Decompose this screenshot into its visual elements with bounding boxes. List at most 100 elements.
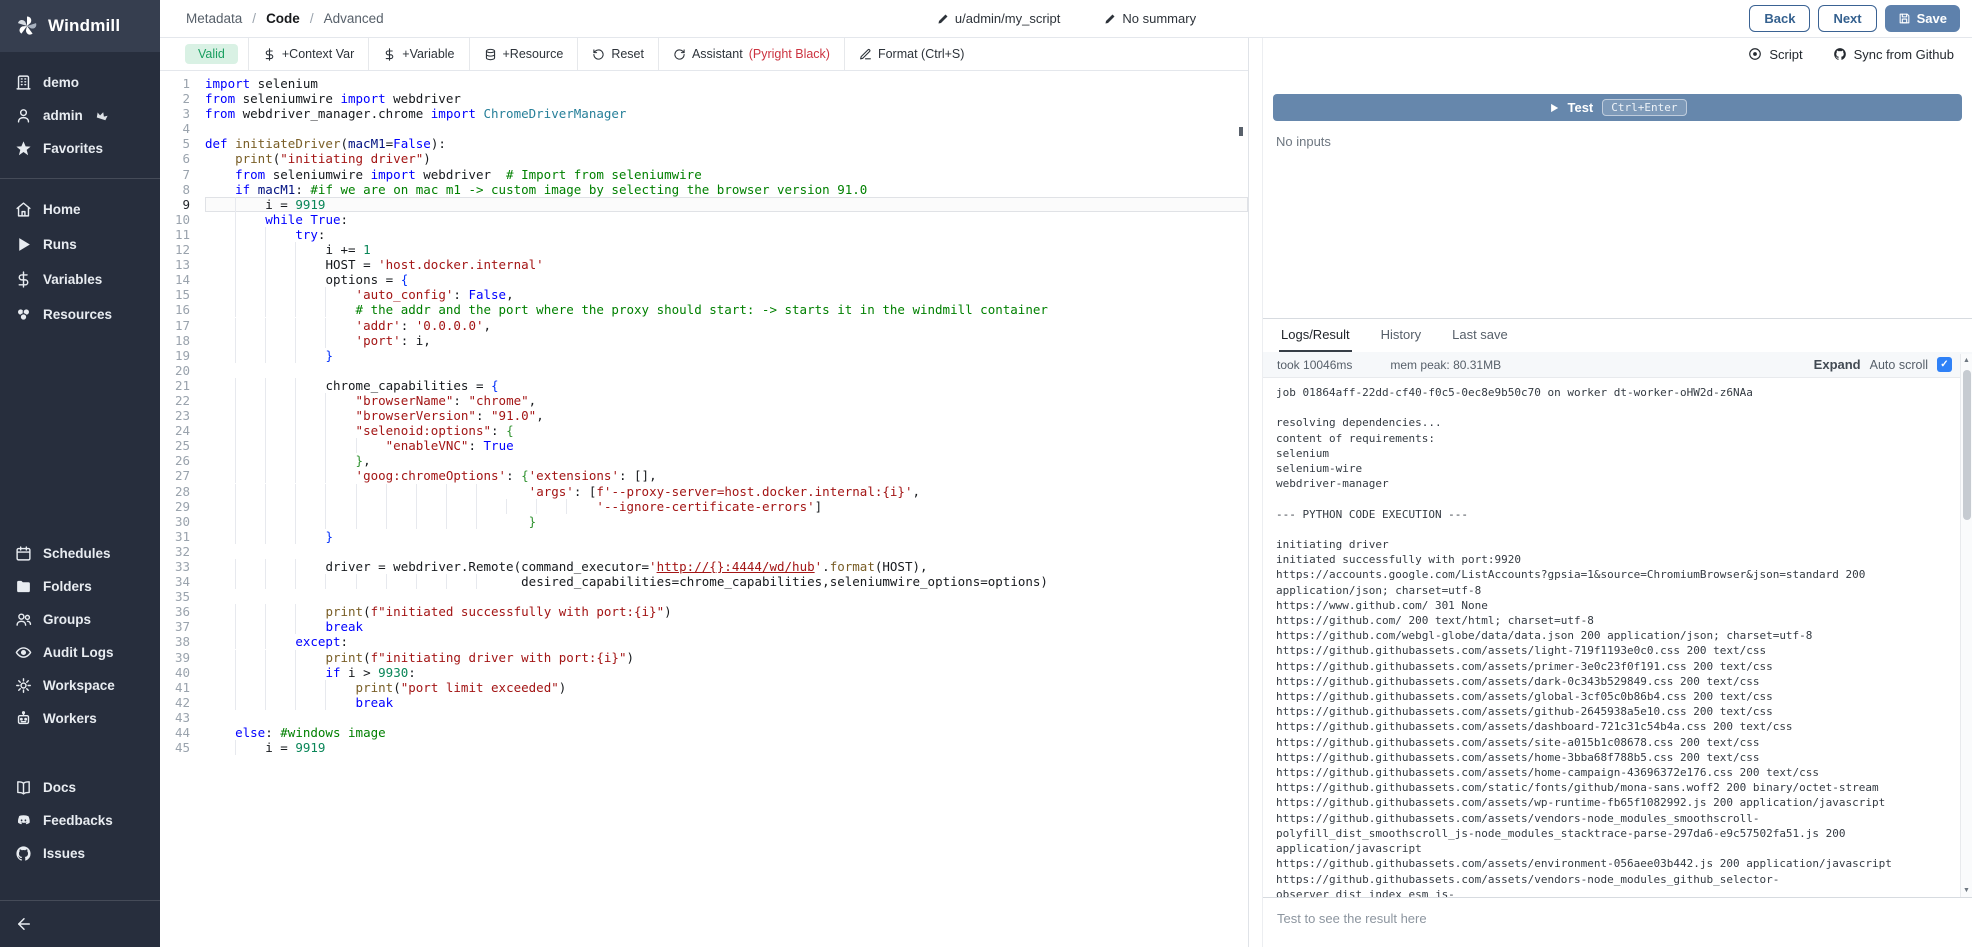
sidebar-item-audit-logs[interactable]: Audit Logs bbox=[0, 636, 160, 669]
toolbar-button-resource[interactable]: +Resource bbox=[469, 38, 578, 70]
code-line-17[interactable]: 17 'addr': '0.0.0.0', bbox=[166, 318, 1248, 333]
code-line-28[interactable]: 28 'args': [f'--proxy-server=host.docker… bbox=[166, 484, 1248, 499]
toolbar-button-context-var[interactable]: +Context Var bbox=[248, 38, 368, 70]
code-line-9[interactable]: 9 i = 9919 bbox=[166, 197, 1248, 212]
code-line-26[interactable]: 26 }, bbox=[166, 453, 1248, 468]
code-line-21[interactable]: 21 chrome_capabilities = { bbox=[166, 378, 1248, 393]
toolbar-button-assistant[interactable]: Assistant (Pyright Black) bbox=[658, 38, 844, 70]
autoscroll-checkbox[interactable]: ✓ bbox=[1937, 357, 1952, 372]
sidebar-item-user[interactable]: admin bbox=[0, 99, 160, 132]
brand-logo[interactable]: Windmill bbox=[0, 0, 160, 52]
code-line-44[interactable]: 44 else: #windows image bbox=[166, 725, 1248, 740]
toolbar-button-variable[interactable]: +Variable bbox=[368, 38, 468, 70]
sidebar-item-favorites[interactable]: Favorites bbox=[0, 132, 160, 165]
scroll-down-icon[interactable]: ▼ bbox=[1963, 884, 1970, 897]
toolbar-button-format-ctrl-s[interactable]: Format (Ctrl+S) bbox=[844, 38, 978, 70]
editor-overview-ruler-mark bbox=[1239, 127, 1243, 136]
code-line-36[interactable]: 36 print(f"initiated successfully with p… bbox=[166, 604, 1248, 619]
code-line-38[interactable]: 38 except: bbox=[166, 634, 1248, 649]
back-button[interactable]: Back bbox=[1749, 5, 1810, 32]
code-line-37[interactable]: 37 break bbox=[166, 619, 1248, 634]
save-button[interactable]: Save bbox=[1885, 5, 1960, 32]
code-line-41[interactable]: 41 print("port limit exceeded") bbox=[166, 680, 1248, 695]
test-button[interactable]: Test Ctrl+Enter bbox=[1273, 94, 1962, 121]
scroll-up-icon[interactable]: ▲ bbox=[1963, 354, 1970, 367]
sidebar-item-groups[interactable]: Groups bbox=[0, 603, 160, 636]
code-line-40[interactable]: 40 if i > 9930: bbox=[166, 665, 1248, 680]
sidebar-item-workers[interactable]: Workers bbox=[0, 702, 160, 735]
toolbar-button-label: +Variable bbox=[402, 47, 454, 61]
code-editor[interactable]: 1import selenium2from seleniumwire impor… bbox=[160, 71, 1248, 947]
sidebar-item-schedules[interactable]: Schedules bbox=[0, 537, 160, 570]
code-line-39[interactable]: 39 print(f"initiating driver with port:{… bbox=[166, 650, 1248, 665]
code-line-22[interactable]: 22 "browserName": "chrome", bbox=[166, 393, 1248, 408]
breadcrumb-tab-metadata[interactable]: Metadata bbox=[186, 11, 242, 26]
sidebar-collapse-button[interactable] bbox=[0, 901, 160, 947]
scrollbar-thumb[interactable] bbox=[1963, 370, 1971, 520]
sidebar-item-feedbacks[interactable]: Feedbacks bbox=[0, 804, 160, 837]
next-button[interactable]: Next bbox=[1818, 5, 1876, 32]
code-line-6[interactable]: 6 print("initiating driver") bbox=[166, 151, 1248, 166]
code-line-35[interactable]: 35 bbox=[166, 589, 1248, 604]
test-shortcut-badge: Ctrl+Enter bbox=[1602, 99, 1686, 116]
sidebar-item-issues[interactable]: Issues bbox=[0, 837, 160, 870]
sidebar-item-folders[interactable]: Folders bbox=[0, 570, 160, 603]
log-scrollbar[interactable]: ▲ ▼ bbox=[1960, 354, 1972, 897]
breadcrumb-tab-code[interactable]: Code bbox=[266, 11, 300, 26]
line-number: 12 bbox=[166, 242, 190, 257]
sidebar-nav-admin: Schedules FoldersGroupsAudit LogsWorkspac… bbox=[0, 537, 160, 735]
code-line-25[interactable]: 25 "enableVNC": True bbox=[166, 438, 1248, 453]
code-line-24[interactable]: 24 "selenoid:options": { bbox=[166, 423, 1248, 438]
code-line-11[interactable]: 11 try: bbox=[166, 227, 1248, 242]
code-line-14[interactable]: 14 options = { bbox=[166, 272, 1248, 287]
code-line-2[interactable]: 2from seleniumwire import webdriver bbox=[166, 91, 1248, 106]
code-line-23[interactable]: 23 "browserVersion": "91.0", bbox=[166, 408, 1248, 423]
code-line-31[interactable]: 31 } bbox=[166, 529, 1248, 544]
tab-last-save[interactable]: Last save bbox=[1450, 319, 1510, 352]
code-line-12[interactable]: 12 i += 1 bbox=[166, 242, 1248, 257]
code-line-8[interactable]: 8 if macM1: #if we are on mac m1 -> cust… bbox=[166, 182, 1248, 197]
code-line-27[interactable]: 27 'goog:chromeOptions': {'extensions': … bbox=[166, 468, 1248, 483]
code-line-29[interactable]: 29 '--ignore-certificate-errors'] bbox=[166, 499, 1248, 514]
sidebar-item-workspace[interactable]: demo bbox=[0, 66, 160, 99]
code-line-4[interactable]: 4 bbox=[166, 121, 1248, 136]
code-line-42[interactable]: 42 break bbox=[166, 695, 1248, 710]
panel-action-script[interactable]: Script bbox=[1748, 47, 1802, 62]
tab-history[interactable]: History bbox=[1379, 319, 1423, 352]
code-line-10[interactable]: 10 while True: bbox=[166, 212, 1248, 227]
code-line-32[interactable]: 32 bbox=[166, 544, 1248, 559]
line-number: 2 bbox=[166, 91, 190, 106]
sidebar-item-home[interactable]: Home bbox=[0, 192, 160, 227]
sidebar-item-resources[interactable]: Resources bbox=[0, 297, 160, 332]
code-line-33[interactable]: 33 driver = webdriver.Remote(command_exe… bbox=[166, 559, 1248, 574]
panel-action-sync-from-github[interactable]: Sync from Github bbox=[1833, 47, 1954, 62]
tab-logs-result[interactable]: Logs/Result bbox=[1279, 319, 1352, 352]
breadcrumb-tab-advanced[interactable]: Advanced bbox=[324, 11, 384, 26]
code-line-13[interactable]: 13 HOST = 'host.docker.internal' bbox=[166, 257, 1248, 272]
toolbar-button-reset[interactable]: Reset bbox=[577, 38, 658, 70]
pane-splitter[interactable] bbox=[1249, 38, 1262, 947]
summary-button[interactable]: No summary bbox=[1104, 11, 1196, 26]
code-line-30[interactable]: 30 } bbox=[166, 514, 1248, 529]
code-line-1[interactable]: 1import selenium bbox=[166, 76, 1248, 91]
code-line-34[interactable]: 34 desired_capabilities=chrome_capabilit… bbox=[166, 574, 1248, 589]
code-line-20[interactable]: 20 bbox=[166, 363, 1248, 378]
sidebar-item-variables[interactable]: Variables bbox=[0, 262, 160, 297]
code-line-3[interactable]: 3from webdriver_manager.chrome import Ch… bbox=[166, 106, 1248, 121]
code-line-7[interactable]: 7 from seleniumwire import webdriver # I… bbox=[166, 167, 1248, 182]
expand-logs-button[interactable]: Expand bbox=[1814, 357, 1861, 372]
sidebar-item-label: Docs bbox=[43, 780, 76, 795]
code-line-18[interactable]: 18 'port': i, bbox=[166, 333, 1248, 348]
script-path-button[interactable]: u/admin/my_script bbox=[937, 11, 1060, 26]
code-line-5[interactable]: 5def initiateDriver(macM1=False): bbox=[166, 136, 1248, 151]
sidebar-item-runs[interactable]: Runs bbox=[0, 227, 160, 262]
code-line-43[interactable]: 43 bbox=[166, 710, 1248, 725]
code-line-15[interactable]: 15 'auto_config': False, bbox=[166, 287, 1248, 302]
sidebar-item-docs[interactable]: Docs bbox=[0, 771, 160, 804]
sidebar-item-workspace[interactable]: Workspace bbox=[0, 669, 160, 702]
code-line-16[interactable]: 16 # the addr and the port where the pro… bbox=[166, 302, 1248, 317]
sidebar-item-label: Schedules bbox=[43, 546, 111, 561]
code-line-19[interactable]: 19 } bbox=[166, 348, 1248, 363]
log-viewer[interactable]: job 01864aff-22dd-cf40-f0c5-0ec8e9b50c70… bbox=[1263, 378, 1972, 897]
code-line-45[interactable]: 45 i = 9919 bbox=[166, 740, 1248, 755]
